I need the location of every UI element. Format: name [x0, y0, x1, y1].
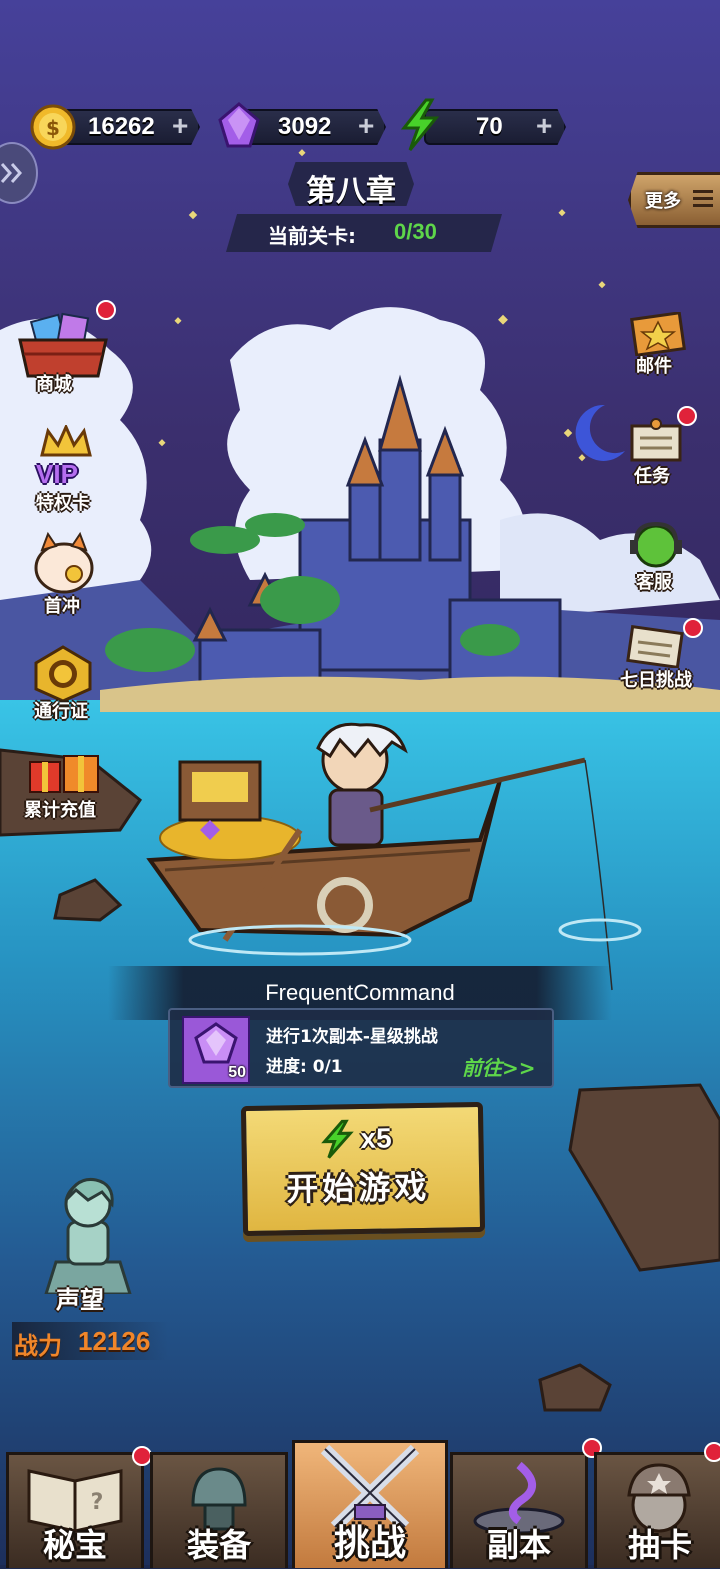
combat-power-value: 12126: [78, 1326, 151, 1356]
nav-equipment-tab[interactable]: 装备: [150, 1452, 288, 1568]
start-energy-icon: [321, 1119, 354, 1159]
reward-count: 50: [228, 1064, 246, 1081]
nav-gacha-tab[interactable]: 抽卡: [594, 1452, 720, 1568]
first-charge-label: 首冲: [44, 596, 80, 617]
treasure-notification-dot: [132, 1446, 152, 1466]
nav-challenge-label: 挑战: [333, 1523, 406, 1564]
nav-equipment-label: 装备: [186, 1526, 251, 1564]
coin-amount: 16262: [88, 113, 155, 140]
double-chevron-icon: [0, 163, 23, 183]
list-icon: [693, 190, 713, 207]
combat-power-label: 战力: [14, 1332, 62, 1360]
headset-support-icon: [630, 521, 682, 568]
stage-label: 当前关卡:: [268, 224, 356, 248]
stage-progress-banner: 当前关卡: 0/30: [226, 214, 502, 252]
gem-resource: 3092 +: [214, 102, 386, 148]
gem-amount: 3092: [278, 113, 332, 140]
chapter-title: 第八章: [306, 174, 396, 209]
nav-challenge-tab[interactable]: 挑战: [292, 1440, 448, 1568]
svg-text:?: ?: [91, 1490, 104, 1515]
task-description: 进行1次副本-星级挑战: [266, 1027, 438, 1047]
hero-statue-icon: [43, 1177, 133, 1296]
cumulative-recharge-label: 累计充值: [24, 800, 96, 821]
nav-treasure-tab[interactable]: ? 秘宝: [6, 1452, 144, 1568]
start-game-label: 开始游戏: [285, 1167, 431, 1209]
command-task-card[interactable]: 50 进行1次副本-星级挑战 进度: 0/1 前往>>: [168, 1008, 554, 1088]
shop-notification-dot: [96, 300, 116, 320]
seven-day-notification-dot: [683, 618, 703, 638]
add-energy-button[interactable]: +: [536, 110, 552, 142]
nav-treasure-label: 秘宝: [42, 1526, 107, 1564]
coin-resource: $ 16262 +: [28, 104, 200, 150]
more-label: 更多: [645, 191, 681, 212]
nav-dungeon-tab[interactable]: 副本: [450, 1452, 588, 1568]
lucky-cat-icon: [34, 531, 94, 594]
battle-pass-button[interactable]: 通行证: [28, 645, 108, 725]
mail-button[interactable]: 邮件: [628, 311, 692, 378]
seven-day-challenge-label: 七日挑战: [620, 670, 692, 691]
gem-icon: [218, 102, 260, 148]
tasks-scroll-icon: [630, 418, 682, 462]
reward-gem-slot: 50: [182, 1016, 250, 1084]
more-menu-button[interactable]: 更多: [628, 172, 720, 228]
vip-badge: VIP: [36, 459, 78, 489]
gem-reward-icon: [194, 1022, 238, 1064]
task-progress: 进度: 0/1: [266, 1057, 343, 1077]
mail-label: 邮件: [636, 356, 672, 377]
start-energy-cost: x5: [360, 1122, 392, 1155]
energy-resource: 70 +: [398, 98, 570, 151]
reputation-button[interactable]: 声望: [26, 1170, 150, 1320]
energy-amount: 70: [476, 113, 503, 140]
shop-button[interactable]: 商城: [14, 310, 114, 400]
tasks-notification-dot: [677, 406, 697, 426]
battle-pass-label: 通行证: [34, 701, 88, 722]
shop-label: 商城: [36, 374, 72, 395]
tasks-label: 任务: [634, 466, 670, 487]
go-link[interactable]: 前往>>: [462, 1052, 536, 1081]
vip-card-label: 特权卡: [36, 493, 90, 514]
gift-boxes-icon: [29, 755, 99, 793]
customer-service-label: 客服: [636, 572, 672, 593]
nav-dungeon-label: 副本: [486, 1526, 551, 1564]
customer-service-button[interactable]: 客服: [624, 520, 692, 593]
vip-card-button[interactable]: VIP 特权卡: [26, 423, 106, 515]
mail-envelope-icon: [630, 311, 686, 357]
first-charge-button[interactable]: 首冲: [22, 530, 102, 617]
pass-medal-icon: [34, 645, 92, 703]
gacha-notification-dot: [704, 1442, 720, 1462]
tasks-button[interactable]: 任务: [624, 418, 692, 488]
command-header: FrequentCommand: [265, 980, 455, 1005]
energy-bolt-icon: [400, 98, 440, 151]
start-game-button[interactable]: x5 开始游戏: [240, 1101, 486, 1237]
cumulative-recharge-button[interactable]: 累计充值: [20, 748, 110, 824]
reputation-label: 声望: [56, 1286, 104, 1314]
side-expand-button[interactable]: [0, 142, 38, 204]
stage-value: 0/30: [394, 219, 437, 244]
combat-power: 战力 12126: [12, 1322, 168, 1360]
add-gems-button[interactable]: +: [358, 110, 374, 142]
nav-gacha-label: 抽卡: [627, 1526, 692, 1564]
add-coins-button[interactable]: +: [172, 110, 188, 142]
svg-text:$: $: [46, 116, 60, 140]
